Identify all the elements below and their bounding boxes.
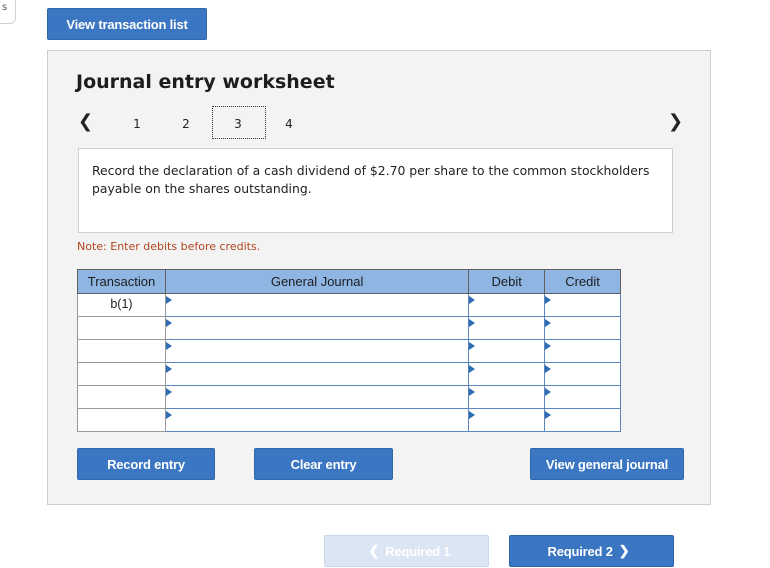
journal-worksheet-panel: Journal entry worksheet ❮ 1 2 3 4 ❯ Reco… <box>47 50 711 505</box>
credit-input[interactable] <box>544 339 621 363</box>
transaction-cell <box>77 339 166 363</box>
dropdown-marker-icon <box>469 411 476 419</box>
clear-entry-button[interactable]: Clear entry <box>254 448 393 480</box>
dropdown-marker-icon <box>469 319 476 327</box>
table-row <box>77 316 621 340</box>
transaction-cell <box>77 316 166 340</box>
chevron-left-icon: ❮ <box>368 543 380 558</box>
dropdown-marker-icon <box>545 388 552 396</box>
transaction-cell <box>77 362 166 386</box>
transaction-cell <box>77 408 166 432</box>
debit-input[interactable] <box>468 385 546 409</box>
account-input[interactable] <box>164 362 470 386</box>
step-4[interactable]: 4 <box>282 117 296 131</box>
table-row <box>77 362 621 386</box>
step-3[interactable]: 3 <box>231 117 245 131</box>
dropdown-marker-icon <box>469 342 476 350</box>
dropdown-marker-icon <box>469 296 476 304</box>
transaction-cell <box>77 385 166 409</box>
account-input[interactable] <box>164 408 470 432</box>
credit-input[interactable] <box>544 385 621 409</box>
debit-input[interactable] <box>468 293 546 317</box>
chevron-right-icon: ❯ <box>618 543 630 558</box>
debit-input[interactable] <box>468 362 546 386</box>
header-debit: Debit <box>468 269 546 294</box>
header-credit: Credit <box>544 269 621 294</box>
required-2-label: Required 2 <box>547 543 613 559</box>
required-1-label: Required 1 <box>385 543 451 559</box>
account-input[interactable] <box>164 316 470 340</box>
transaction-cell: b(1) <box>77 293 166 317</box>
dropdown-marker-icon <box>469 388 476 396</box>
chevron-left-icon[interactable]: ❮ <box>78 111 93 132</box>
dropdown-marker-icon <box>165 411 172 419</box>
view-transaction-list-button[interactable]: View transaction list <box>47 8 207 40</box>
required-1-button[interactable]: ❮ Required 1 <box>324 535 489 567</box>
credit-input[interactable] <box>544 362 621 386</box>
worksheet-title: Journal entry worksheet <box>76 71 335 93</box>
account-input[interactable] <box>164 339 470 363</box>
record-entry-button[interactable]: Record entry <box>77 448 215 480</box>
debit-input[interactable] <box>468 408 546 432</box>
dropdown-marker-icon <box>165 319 172 327</box>
dropdown-marker-icon <box>469 365 476 373</box>
account-input[interactable] <box>164 385 470 409</box>
view-general-journal-button[interactable]: View general journal <box>530 448 684 480</box>
journal-table: Transaction General Journal Debit Credit… <box>77 269 621 432</box>
header-general-journal: General Journal <box>164 269 470 294</box>
required-2-button[interactable]: Required 2 ❯ <box>509 535 674 567</box>
debit-input[interactable] <box>468 316 546 340</box>
dropdown-marker-icon <box>165 342 172 350</box>
credit-input[interactable] <box>544 293 621 317</box>
table-row: b(1) <box>77 293 621 317</box>
dropdown-marker-icon <box>545 342 552 350</box>
credit-input[interactable] <box>544 408 621 432</box>
step-2[interactable]: 2 <box>179 117 193 131</box>
header-transaction: Transaction <box>77 269 166 294</box>
corner-tab: s <box>0 0 16 24</box>
table-row <box>77 339 621 363</box>
dropdown-marker-icon <box>545 411 552 419</box>
note-text: Note: Enter debits before credits. <box>77 240 261 253</box>
dropdown-marker-icon <box>165 388 172 396</box>
chevron-right-icon[interactable]: ❯ <box>668 111 683 132</box>
account-input[interactable] <box>164 293 470 317</box>
dropdown-marker-icon <box>165 296 172 304</box>
dropdown-marker-icon <box>545 319 552 327</box>
debit-input[interactable] <box>468 339 546 363</box>
table-row <box>77 408 621 432</box>
dropdown-marker-icon <box>545 296 552 304</box>
table-row <box>77 385 621 409</box>
step-1[interactable]: 1 <box>130 117 144 131</box>
credit-input[interactable] <box>544 316 621 340</box>
question-text: Record the declaration of a cash dividen… <box>78 148 673 233</box>
dropdown-marker-icon <box>545 365 552 373</box>
dropdown-marker-icon <box>165 365 172 373</box>
